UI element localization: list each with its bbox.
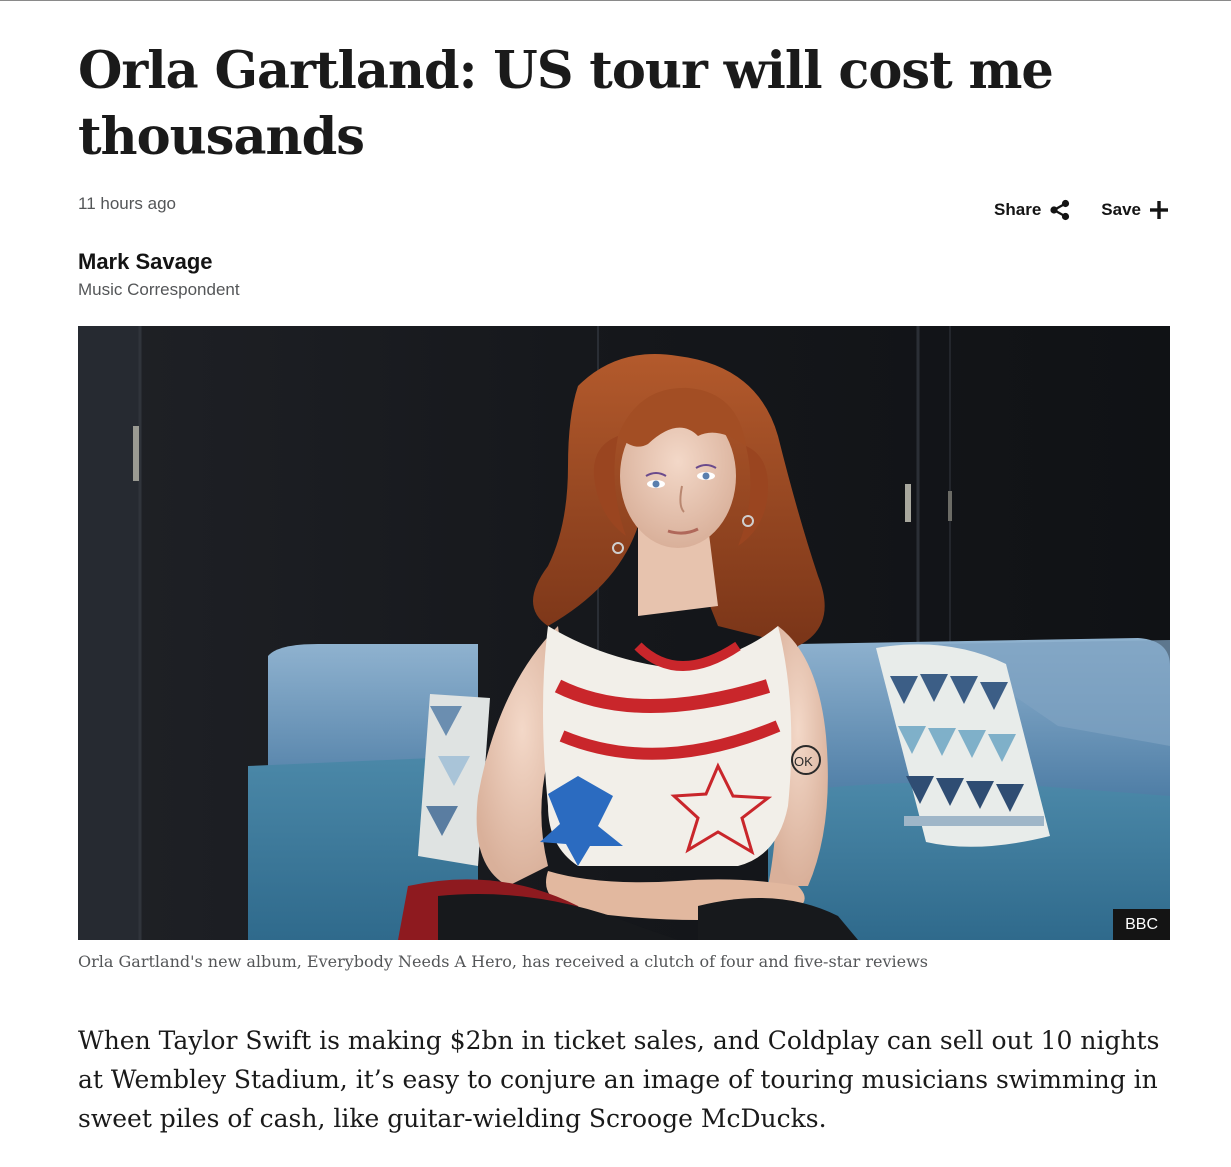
author-name: Mark Savage <box>78 249 213 274</box>
author-role: Music Correspondent <box>78 280 240 299</box>
top-divider <box>0 0 1231 1</box>
tattoo-text: OK <box>794 754 813 769</box>
image-caption: Orla Gartland's new album, Everybody Nee… <box>78 952 928 971</box>
share-label: Share <box>994 200 1042 219</box>
save-label: Save <box>1101 200 1141 219</box>
share-button[interactable]: Share <box>994 199 1071 221</box>
hero-image: OK BBC <box>78 326 1170 940</box>
share-icon <box>1049 199 1071 221</box>
article-headline: Orla Gartland: US tour will cost me thou… <box>78 41 1054 167</box>
hero-photo: OK <box>78 326 1170 940</box>
article-paragraph: When Taylor Swift is making $2bn in tick… <box>78 1026 1160 1133</box>
plus-icon <box>1149 200 1169 220</box>
save-button[interactable]: Save <box>1101 200 1169 220</box>
article-actions: Share Save <box>994 199 1169 221</box>
article-timestamp: 11 hours ago <box>78 194 176 213</box>
image-credit: BBC <box>1113 909 1170 940</box>
